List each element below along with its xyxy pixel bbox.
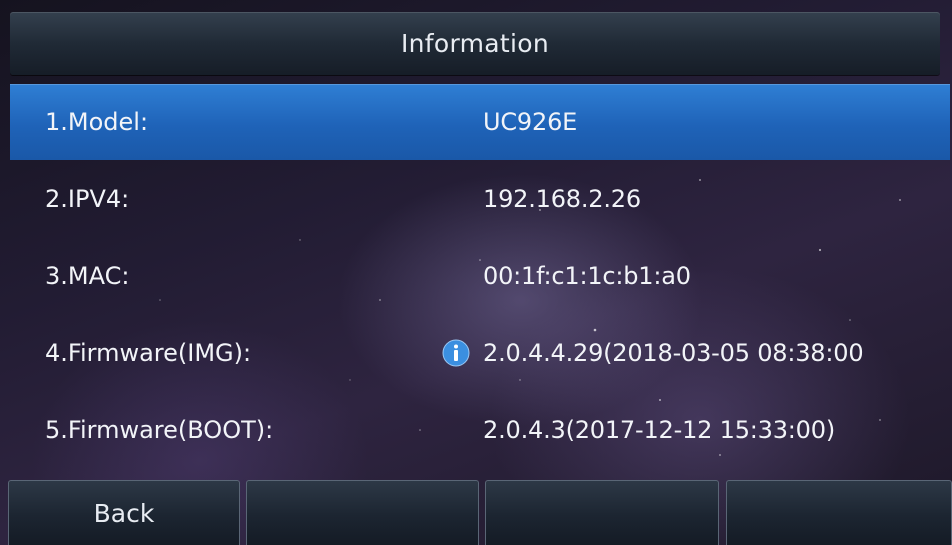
softkey-2[interactable] <box>246 480 479 545</box>
softkey-bar: Back <box>8 480 952 545</box>
info-row-label: 4.Firmware(IMG): <box>45 339 252 367</box>
header-bar: Information <box>10 12 940 75</box>
softkey-4[interactable] <box>726 480 952 545</box>
phone-screen: Information 1.Model: UC926E 2.IPV4: 192.… <box>0 0 952 545</box>
page-title: Information <box>400 29 549 58</box>
info-row-ipv4[interactable]: 2.IPV4: 192.168.2.26 <box>10 161 950 237</box>
info-row-value: 192.168.2.26 <box>483 185 641 213</box>
info-row-value: UC926E <box>483 108 578 136</box>
info-row-mac[interactable]: 3.MAC: 00:1f:c1:1c:b1:a0 <box>10 238 950 314</box>
info-row-firmware-img[interactable]: 4.Firmware(IMG): 2.0.4.4.29(2018-03-05 0… <box>10 315 950 391</box>
info-row-label: 1.Model: <box>45 108 149 136</box>
info-row-label: 5.Firmware(BOOT): <box>45 416 274 444</box>
info-row-value: 2.0.4.3(2017-12-12 15:33:00) <box>483 416 835 444</box>
info-row-value: 2.0.4.4.29(2018-03-05 08:38:00 <box>483 339 864 367</box>
info-row-label: 3.MAC: <box>45 262 130 290</box>
info-row-firmware-boot[interactable]: 5.Firmware(BOOT): 2.0.4.3(2017-12-12 15:… <box>10 392 950 468</box>
softkey-3[interactable] <box>485 480 719 545</box>
info-icon[interactable] <box>442 339 470 367</box>
info-row-model[interactable]: 1.Model: UC926E <box>10 84 950 160</box>
info-row-label: 2.IPV4: <box>45 185 130 213</box>
back-softkey[interactable]: Back <box>8 480 240 545</box>
info-row-value: 00:1f:c1:1c:b1:a0 <box>483 262 691 290</box>
info-list: 1.Model: UC926E 2.IPV4: 192.168.2.26 3.M… <box>10 84 950 469</box>
